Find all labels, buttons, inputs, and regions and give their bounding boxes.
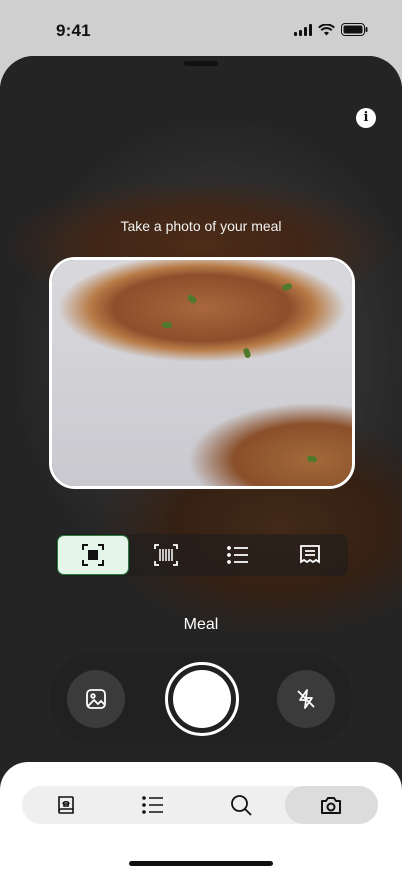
- mode-barcode[interactable]: [130, 535, 202, 575]
- camera-hint: Take a photo of your meal: [120, 218, 282, 234]
- info-button[interactable]: i: [356, 108, 376, 128]
- flash-button[interactable]: [277, 670, 335, 728]
- barcode-icon: [154, 544, 178, 566]
- mode-receipt[interactable]: [274, 535, 346, 575]
- mode-meal-scan[interactable]: [57, 535, 129, 575]
- bottom-sheet: [0, 762, 402, 874]
- camera-controls: [49, 653, 353, 745]
- camera-sheet: i Take a photo of your meal Meal: [0, 56, 402, 874]
- tab-list[interactable]: [110, 786, 198, 824]
- receipt-icon: [299, 544, 321, 566]
- tab-camera[interactable]: [284, 786, 379, 824]
- status-time: 9:41: [56, 21, 91, 40]
- sheet-grabber[interactable]: [184, 61, 218, 66]
- viewfinder-frame: [49, 257, 355, 489]
- wifi-icon: [318, 23, 335, 36]
- image-icon: [85, 688, 107, 710]
- info-icon: i: [363, 110, 369, 125]
- gallery-button[interactable]: [67, 670, 125, 728]
- recipe-book-icon: [55, 794, 77, 816]
- scan-frame-icon: [82, 544, 104, 566]
- search-icon: [230, 794, 252, 816]
- status-bar: 9:41: [0, 0, 402, 56]
- flash-off-icon: [295, 688, 317, 710]
- shutter-button[interactable]: [165, 662, 239, 736]
- mode-list[interactable]: [202, 535, 274, 575]
- camera-icon: [319, 794, 343, 816]
- tab-recipes[interactable]: [22, 786, 110, 824]
- scan-mode-selector: [56, 534, 348, 576]
- status-icons: [294, 23, 368, 36]
- tab-bar: [22, 786, 379, 824]
- shutter-core: [173, 670, 231, 728]
- herb-fleck: [162, 322, 172, 328]
- battery-icon: [341, 23, 368, 36]
- home-indicator: [129, 861, 273, 866]
- mode-label: Meal: [183, 616, 219, 633]
- list-icon: [142, 796, 164, 814]
- meal-preview-image: [52, 260, 352, 486]
- list-icon: [227, 546, 249, 564]
- tab-search[interactable]: [197, 786, 285, 824]
- signal-icon: [294, 23, 312, 36]
